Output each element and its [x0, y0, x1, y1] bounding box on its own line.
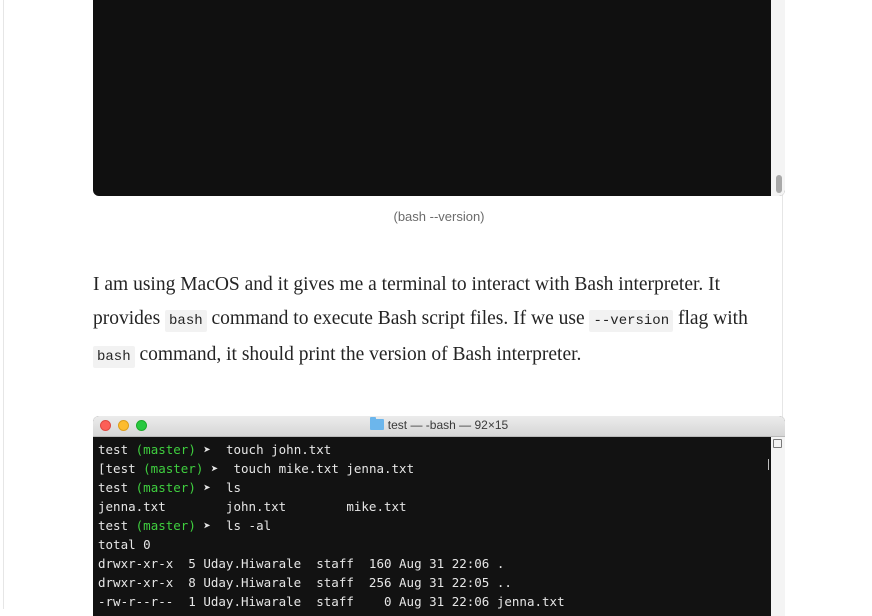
terminal-line: test (master) ➤ ls -al	[98, 516, 771, 535]
prompt-branch: (master)	[135, 518, 196, 533]
terminal-line: test (master) ➤ touch john.txt	[98, 440, 771, 459]
terminal-output[interactable]: test (master) ➤ touch john.txt [test (mas…	[93, 437, 771, 616]
prompt-dir: [test	[98, 461, 144, 476]
prompt-dir: test	[98, 442, 136, 457]
prompt-dir: test	[98, 518, 136, 533]
inline-code-bash: bash	[93, 346, 135, 368]
terminal-line: drwxr-xr-x 8 Uday.Hiwarale staff 256 Aug…	[98, 573, 771, 592]
prompt-dir: test	[98, 480, 136, 495]
terminal-line: [test (master) ➤ touch mike.txt jenna.tx…	[98, 459, 771, 478]
menu-icon[interactable]	[773, 439, 782, 448]
prompt-branch: (master)	[135, 442, 196, 457]
prompt-symbol: ➤	[195, 518, 226, 533]
inline-code-bash: bash	[165, 310, 207, 332]
terminal-line: test (master) ➤ ls	[98, 478, 771, 497]
terminal-line-text: ls -al	[225, 518, 272, 533]
figure-caption: (bash --version)	[393, 209, 485, 224]
text-cursor	[768, 459, 769, 470]
terminal-scrollbar[interactable]	[771, 437, 785, 616]
terminal-line-text: jenna.txt john.txt mike.txt	[98, 499, 407, 514]
paragraph-text: flag with	[673, 308, 748, 329]
terminal-line-text: -rw-r--r-- 1 Uday.Hiwarale staff 0 Aug 3…	[98, 594, 565, 609]
paragraph-text: command to execute Bash script files. If…	[206, 308, 590, 329]
terminal-window: test — -bash — 92×15 test (master) ➤ tou…	[93, 416, 785, 616]
inline-code-version-flag: --version	[589, 310, 674, 332]
scrollbar-thumb[interactable]	[776, 175, 782, 193]
prompt-symbol: ➤	[195, 442, 226, 457]
terminal-line-text: drwxr-xr-x 8 Uday.Hiwarale staff 256 Aug…	[98, 575, 512, 590]
terminal-line-text: total 0	[98, 537, 151, 552]
paragraph-text: command, it should print the version of …	[134, 344, 582, 365]
terminal-line: -rw-r--r-- 1 Uday.Hiwarale staff 0 Aug 3…	[98, 592, 771, 611]
window-title: test — -bash — 92×15	[93, 417, 785, 432]
window-title-text: test — -bash — 92×15	[387, 418, 509, 432]
terminal-titlebar[interactable]: test — -bash — 92×15	[93, 416, 785, 437]
terminal-screenshot-bash-version	[93, 0, 785, 196]
terminal-line: total 0	[98, 535, 771, 554]
article-paragraph: I am using MacOS and it gives me a termi…	[93, 268, 783, 374]
terminal-scrollbar[interactable]	[771, 0, 785, 196]
prompt-symbol: ➤	[195, 480, 226, 495]
terminal-line: drwxr-xr-x 5 Uday.Hiwarale staff 160 Aug…	[98, 554, 771, 573]
folder-icon	[369, 417, 384, 430]
terminal-line: jenna.txt john.txt mike.txt	[98, 497, 771, 516]
prompt-symbol: ➤	[203, 461, 234, 476]
terminal-line-text: ls	[225, 480, 242, 495]
prompt-branch: (master)	[143, 461, 204, 476]
prompt-branch: (master)	[135, 480, 196, 495]
terminal-line-text: touch mike.txt jenna.txt	[233, 461, 415, 476]
terminal-line-text: touch john.txt	[225, 442, 332, 457]
terminal-line-text: drwxr-xr-x 5 Uday.Hiwarale staff 160 Aug…	[98, 556, 505, 571]
